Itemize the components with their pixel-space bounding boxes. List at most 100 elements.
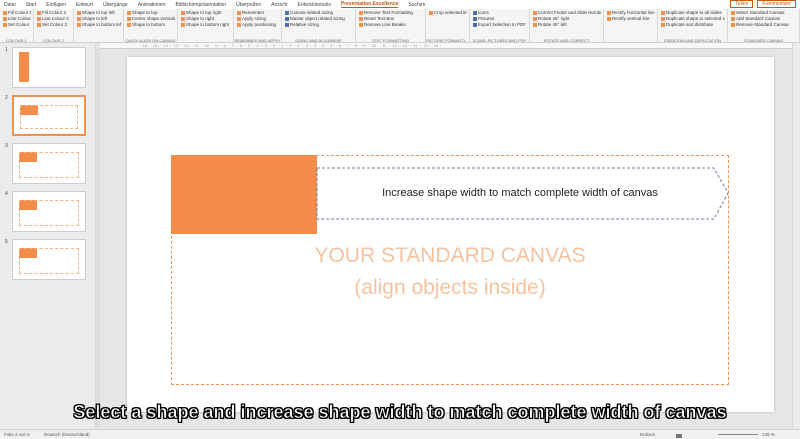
slide-count: Folie 2 von 5 [4, 432, 30, 437]
menu-tab[interactable]: Entwicklertools [298, 2, 331, 8]
command-icon [429, 10, 433, 15]
arrow-label: Increase shape width to match complete w… [382, 187, 658, 199]
ribbon-command[interactable]: Export Selection to PDF [473, 22, 527, 28]
ribbon-group-align-left: Shape to top left Shape to left Shape to b… [74, 9, 124, 43]
reading-view-icon[interactable] [676, 434, 682, 438]
ribbon-group-colour2: Fill Colour 2 Line Colour 2 Set Colour 2 CO… [34, 9, 74, 43]
menu-tab[interactable]: Ansicht [271, 2, 287, 8]
command-label: Shape to right [186, 16, 215, 21]
command-icon [237, 22, 241, 27]
command-icon [181, 10, 185, 15]
ribbon-command[interactable]: Set Colour 1 [3, 22, 31, 28]
menu-tab[interactable]: Überprüfen [236, 2, 261, 8]
command-icon [237, 10, 241, 15]
notes-button[interactable]: Notizen [640, 432, 655, 437]
ribbon-command[interactable]: Remove Standard Canvas [731, 22, 797, 28]
command-icon [285, 16, 289, 21]
slide-number: 3 [5, 143, 8, 149]
command-icon [181, 16, 185, 21]
command-icon [127, 16, 131, 21]
ribbon-command[interactable]: Crop selected images [429, 10, 467, 16]
ribbon-command[interactable]: Apply positioning [237, 22, 279, 28]
ribbon-command[interactable]: Rotate 45° left [533, 22, 601, 28]
command-icon [731, 16, 735, 21]
comments-button[interactable]: Kommentare [757, 0, 796, 8]
slide-thumbnail[interactable] [12, 191, 86, 232]
orange-rectangle-shape[interactable] [171, 155, 317, 234]
command-icon [731, 22, 735, 27]
vertical-scrollbar[interactable] [792, 43, 800, 429]
menu-tab[interactable]: Presentation Excellence [340, 1, 399, 8]
command-icon [473, 10, 477, 15]
menu-tab[interactable]: Suchen [408, 2, 425, 8]
ribbon-group-rotate: Correct Footer and Slide Number Rotate 45… [530, 9, 604, 43]
ribbon-group-picture: Crop selected imagesPICTURE FORMATTI... [426, 9, 470, 43]
menu-tab[interactable]: Datei [4, 2, 16, 8]
slide-thumbnail[interactable] [12, 95, 86, 136]
zoom-level[interactable]: 145 % [762, 432, 775, 437]
thumbnail-canvas-frame [19, 248, 79, 274]
ribbon-group-rectify: Rectify horizontal line Rectify vertical … [604, 9, 658, 43]
menu-bar: Datei Start Einfügen Entwurf Übergänge Animat… [0, 0, 800, 9]
language-indicator[interactable]: Deutsch (Deutschland) [44, 432, 90, 437]
ribbon-command[interactable]: Remove Line Breaks [359, 22, 423, 28]
command-icon [37, 16, 41, 21]
menu-tab[interactable]: Start [26, 2, 37, 8]
ribbon-group-items: Icons Pictures Export Selection to PDF [473, 10, 527, 28]
command-label: Fill Colour 2 [42, 10, 67, 15]
command-label: Line Colour 1 [8, 16, 31, 21]
thumbnail-canvas-frame [20, 105, 78, 129]
ribbon: Fill Colour 1Line Colour 1Set Colour 1CO… [0, 9, 800, 43]
menu-tab[interactable]: Einfügen [46, 2, 66, 8]
ribbon-group-items: Crop selected images [429, 10, 467, 16]
thumbnail-shape [19, 52, 29, 82]
command-icon [473, 22, 477, 27]
video-caption: Select a shape and increase shape width … [73, 402, 727, 423]
ribbon-group-items: Select Standard Canvas Add Standard Canva… [731, 10, 797, 28]
command-icon [3, 10, 7, 15]
command-icon [661, 16, 665, 21]
command-label: Duplicate shape to selected slides [666, 16, 725, 21]
command-icon [77, 22, 81, 27]
command-icon [77, 10, 81, 15]
share-button[interactable]: Teilen [730, 0, 754, 8]
ribbon-command[interactable]: Rectify vertical line [607, 16, 655, 22]
slide-thumbnail[interactable] [12, 239, 86, 280]
ribbon-group-items: Correct Footer and Slide Number Rotate 45… [533, 10, 601, 28]
menu-tab[interactable]: Entwurf [76, 2, 93, 8]
ribbon-group-sizing: Canvas related sizing Master object relat… [282, 9, 356, 43]
command-icon [37, 10, 41, 15]
command-icon [37, 22, 41, 27]
command-icon [127, 22, 131, 27]
command-icon [285, 22, 289, 27]
command-icon [473, 16, 477, 21]
menu-tab[interactable]: Bildschirmpräsentation [176, 2, 227, 8]
ribbon-command[interactable]: Shape to bottom [127, 22, 175, 28]
slide-thumbnail[interactable] [12, 47, 86, 88]
ribbon-command[interactable]: Set Colour 2 [37, 22, 71, 28]
menu-tab[interactable]: Übergänge [103, 2, 128, 8]
command-icon [607, 16, 611, 21]
ribbon-command[interactable]: Shape to bottom left [77, 22, 121, 28]
command-label: Select Standard Canvas [736, 10, 785, 15]
ribbon-group-items: Fill Colour 1Line Colour 1Set Colour 1 [3, 10, 31, 28]
status-bar: Folie 2 von 5 Deutsch (Deutschland) Noti… [0, 429, 800, 439]
ribbon-group-items: Shape to top right Shape to right Shape to… [181, 10, 231, 28]
ribbon-command[interactable]: Shape to bottom right [181, 22, 231, 28]
command-icon [661, 10, 665, 15]
command-label: Shape to bottom left [82, 22, 121, 27]
command-label: Shape to bottom [132, 22, 166, 27]
canvas-title-line-1: YOUR STANDARD CANVAS [314, 244, 586, 267]
slide-thumbnail[interactable] [12, 143, 86, 184]
ribbon-command[interactable]: Relative sizing [285, 22, 353, 28]
command-icon [533, 22, 537, 27]
menu-tab[interactable]: Animationen [138, 2, 166, 8]
ribbon-command[interactable]: Duplicate and distribute [661, 22, 725, 28]
slide-number: 1 [5, 47, 8, 53]
command-label: Apply sizing [242, 16, 267, 21]
command-label: Remember [242, 10, 265, 15]
command-label: Relative sizing [290, 22, 320, 27]
canvas-title-line-2: (align objects inside) [354, 276, 546, 299]
command-icon [359, 22, 363, 27]
command-label: Shape to top [132, 10, 158, 15]
